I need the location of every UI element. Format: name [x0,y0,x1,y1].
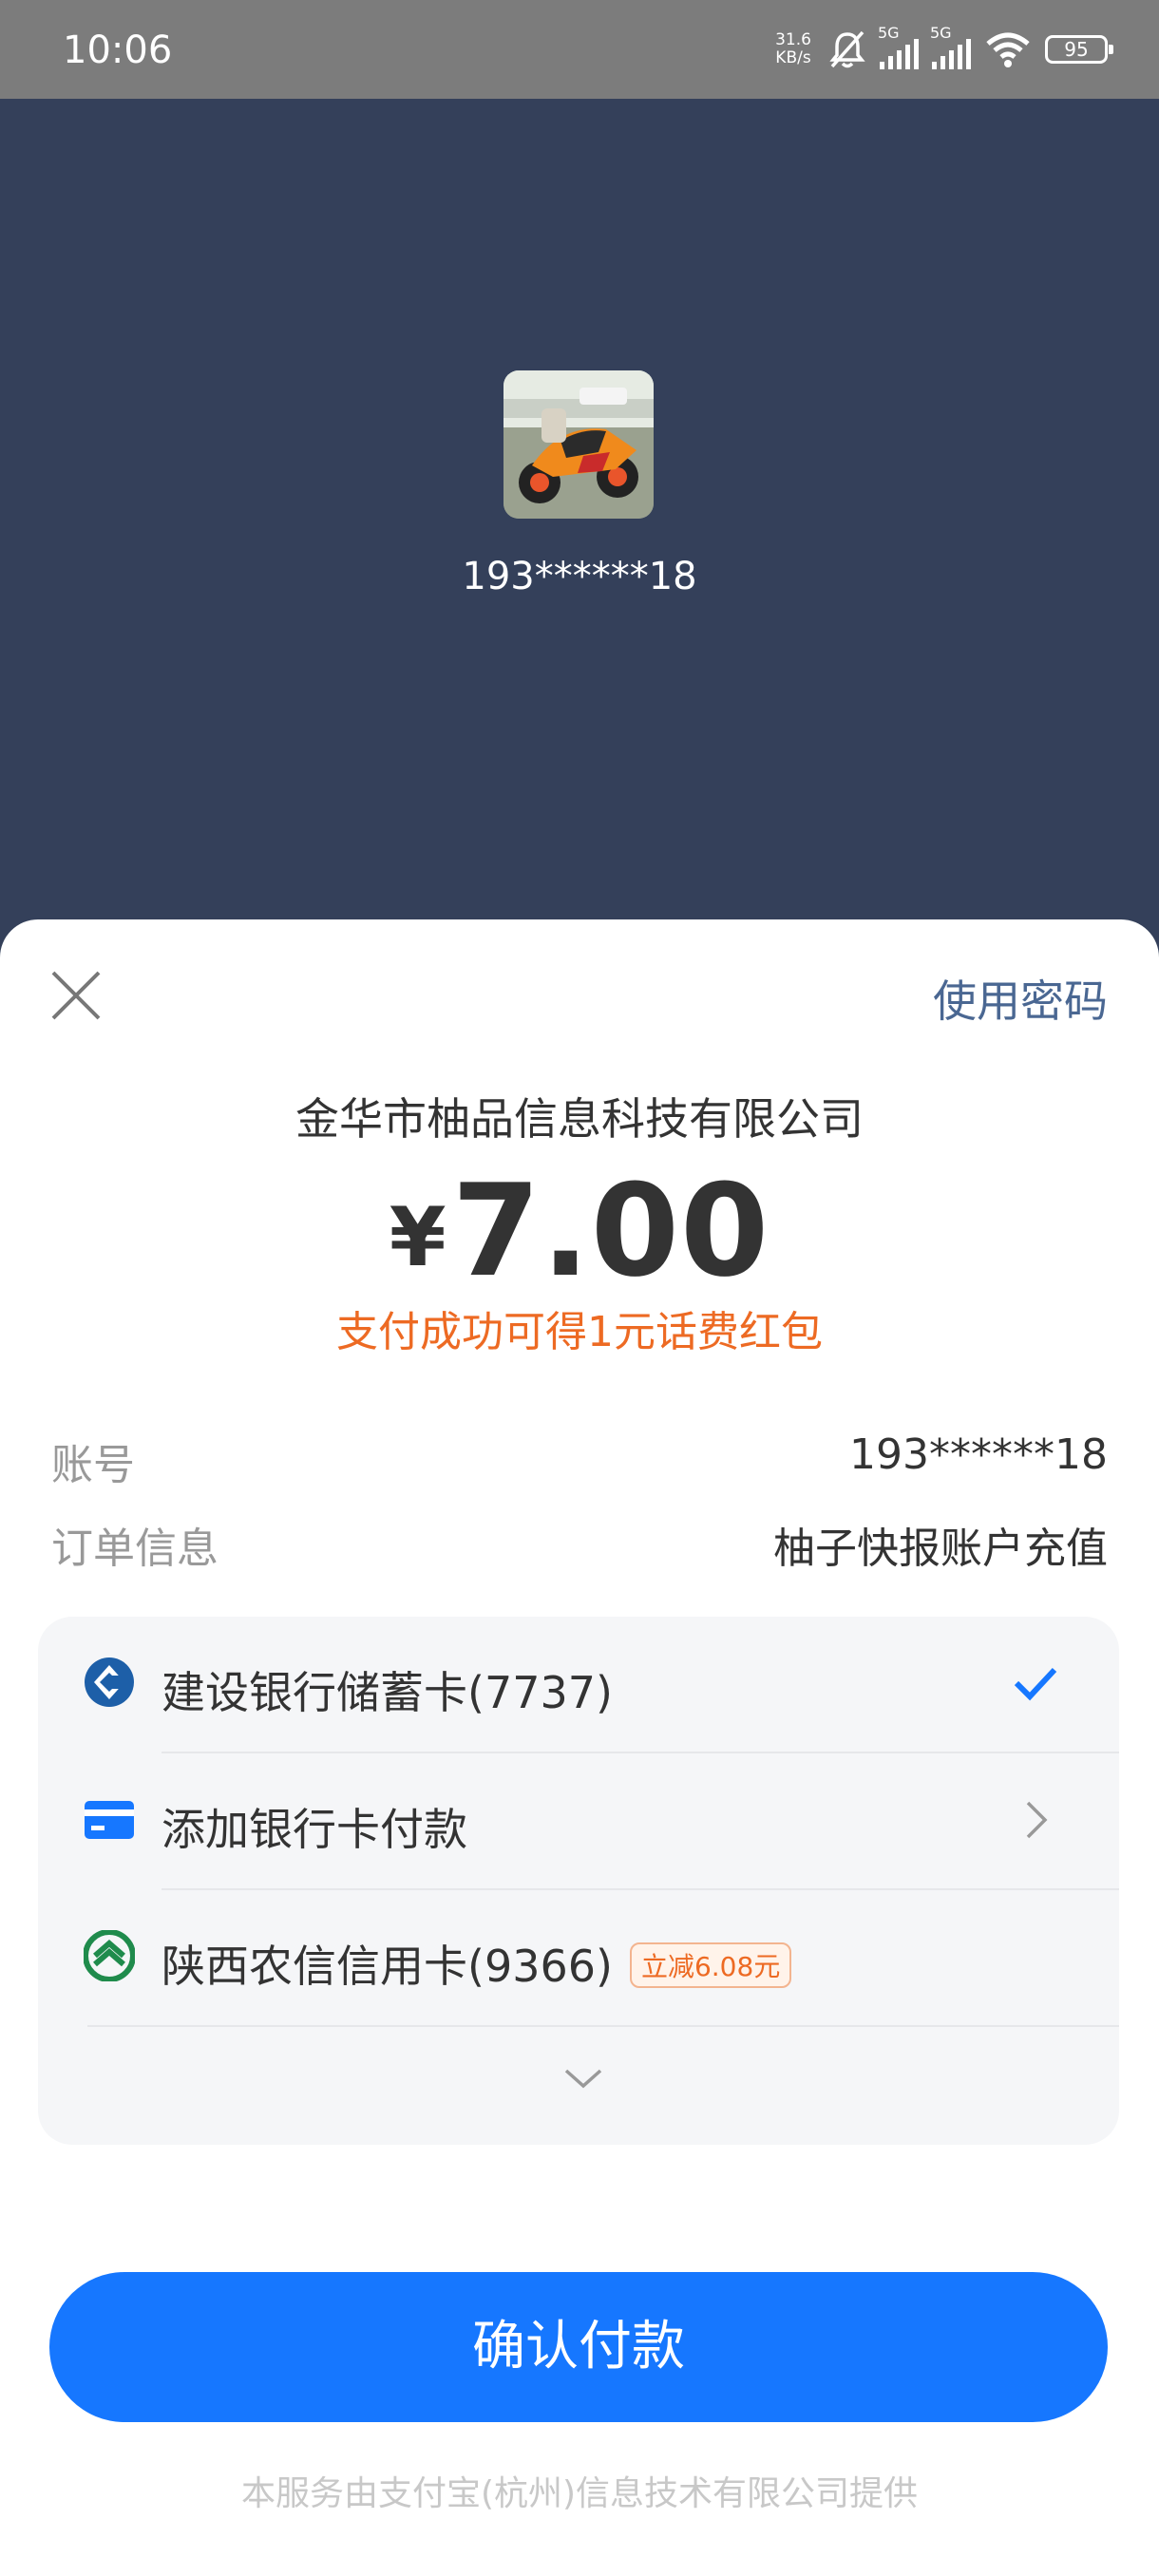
network-speed-unit: KB/s [775,48,811,67]
sim2-network-label: 5G [930,24,952,42]
payment-method-add-card[interactable]: 添加银行卡付款 [38,1753,1119,1890]
payment-method-ccb[interactable]: 建设银行储蓄卡(7737) [38,1617,1119,1753]
bank-card-icon [85,1801,134,1839]
detail-value: 柚子快报账户充值 [773,1525,1108,1573]
shaanxi-rcc-icon [84,1930,135,1981]
checkmark-icon [1014,1667,1057,1701]
currency-symbol: ¥ [389,1190,446,1285]
network-speed-value: 31.6 [775,30,811,49]
battery-icon: 95 [1045,35,1113,64]
payment-method-shaanxi[interactable]: 陕西农信信用卡(9366) 立减6.08元 [38,1890,1119,2027]
detail-label: 账号 [51,1441,135,1489]
use-password-link[interactable]: 使用密码 [933,967,1108,1030]
sim1-network-label: 5G [878,24,900,42]
payment-sheet: 使用密码 金华市柚品信息科技有限公司 ¥7.00 支付成功可得1元话费红包 账号… [0,919,1159,2576]
signal-sim1-icon: 5G [878,24,919,69]
divider [87,2025,1119,2027]
close-icon[interactable] [48,967,104,1024]
payee-account: 193******18 [462,555,697,598]
motorcycle-image [504,370,654,519]
payment-method-label: 添加银行卡付款 [162,1804,467,1855]
payment-amount: ¥7.00 [0,1157,1159,1305]
payee-avatar [504,370,654,519]
detail-value: 193******18 [849,1430,1108,1479]
status-bar: 10:06 31.6 KB/s 5G 5G 95 [0,0,1159,99]
status-time: 10:06 [63,28,173,72]
detail-row-order: 订单信息 柚子快报账户充值 [51,1514,1108,1573]
ccb-bank-icon [85,1657,134,1707]
status-icons: 31.6 KB/s 5G 5G 95 [771,23,1113,76]
payment-method-label: 建设银行储蓄卡(7737) [162,1667,613,1718]
confirm-payment-button[interactable]: 确认付款 [49,2272,1108,2422]
chevron-down-icon[interactable] [562,2065,604,2092]
chevron-right-icon [1026,1801,1048,1839]
payment-method-label: 陕西农信信用卡(9366) 立减6.08元 [162,1932,792,1995]
wifi-icon [986,32,1030,67]
promo-text: 支付成功可得1元话费红包 [336,1308,823,1356]
mute-bell-icon [829,30,865,68]
merchant-name: 金华市柚品信息科技有限公司 [295,1093,864,1145]
network-speed: 31.6 KB/s [771,31,815,67]
payment-method-list: 建设银行储蓄卡(7737) 添加银行卡付款 陕西农信信用卡(9366) 立减6.… [38,1617,1119,2145]
service-provider-footer: 本服务由支付宝(杭州)信息技术有限公司提供 [240,2474,919,2513]
signal-sim2-icon: 5G [930,24,971,69]
detail-row-account: 账号 193******18 [51,1430,1108,1489]
detail-label: 订单信息 [51,1525,218,1573]
payment-method-name: 陕西农信信用卡(9366) [162,1941,613,1992]
amount-value: 7.00 [451,1157,770,1305]
discount-badge: 立减6.08元 [629,1942,792,1988]
